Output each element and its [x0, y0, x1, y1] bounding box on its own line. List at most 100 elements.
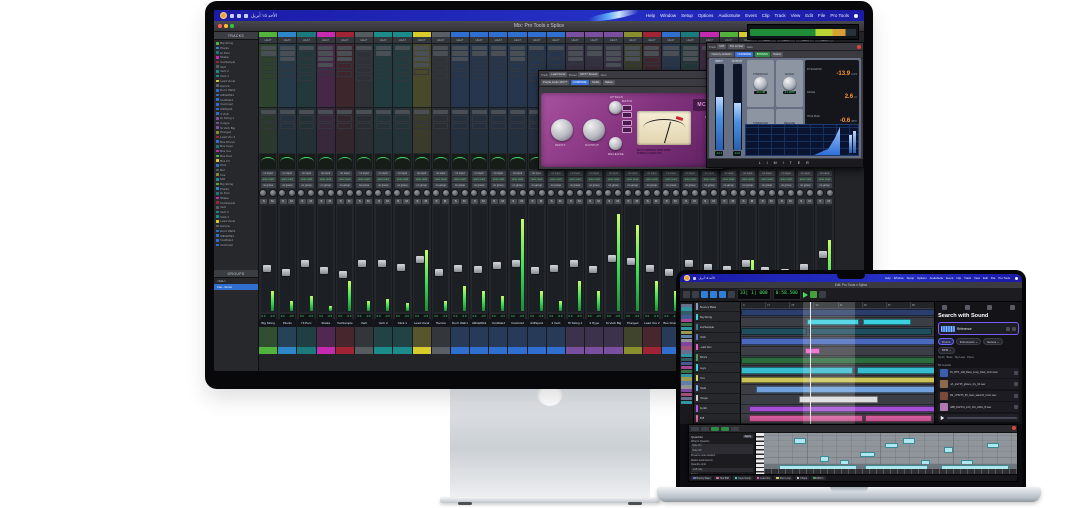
track-header[interactable]: Lead Vox — [694, 343, 740, 353]
input-selector[interactable]: no input — [298, 171, 315, 176]
fader-lane[interactable] — [644, 206, 660, 313]
insert-slot[interactable] — [452, 57, 468, 62]
track-name-label[interactable]: Plucks — [278, 319, 297, 327]
fader-cap[interactable] — [473, 265, 482, 273]
pan-knob-left[interactable] — [470, 189, 479, 197]
tag[interactable]: Top Loop — [954, 356, 965, 359]
insert-slot[interactable] — [452, 62, 468, 70]
mini-track-item[interactable] — [681, 365, 692, 370]
insert-slot[interactable] — [394, 59, 410, 66]
pan-knob-right[interactable] — [518, 189, 527, 197]
track-name-label[interactable]: Shaka — [316, 319, 335, 327]
pan-knob-right[interactable] — [422, 189, 431, 197]
pan-knob-left[interactable] — [546, 189, 555, 197]
fader-lane[interactable] — [605, 206, 622, 313]
midi-note[interactable] — [903, 438, 916, 444]
pan-knob-left[interactable] — [585, 189, 594, 197]
trim-tool-button[interactable] — [701, 291, 708, 298]
audio-clip[interactable] — [856, 367, 934, 374]
input-selector[interactable]: no input — [586, 171, 602, 176]
fader-lane[interactable] — [529, 206, 545, 313]
input-selector[interactable]: no input — [529, 171, 545, 176]
mini-track-item[interactable] — [681, 330, 692, 335]
send-slot[interactable] — [452, 109, 468, 114]
automation-mode-button[interactable]: auto read — [356, 177, 372, 182]
send-slot[interactable] — [260, 109, 276, 114]
apply-button[interactable]: Apply — [742, 435, 753, 438]
insert-slot[interactable] — [318, 68, 334, 76]
mini-track-item[interactable] — [681, 311, 692, 315]
safe-button[interactable]: SAFE — [590, 80, 602, 85]
midi-track-tab[interactable]: Sub 808 — [714, 475, 731, 481]
pan-knob-left[interactable] — [623, 189, 632, 197]
mini-track-item[interactable] — [681, 357, 692, 362]
send-slot[interactable] — [509, 123, 526, 130]
insert-slot[interactable] — [625, 51, 641, 56]
plugin-insert-selector[interactable]: Purple Audio MC77 — [541, 80, 570, 85]
pan-knob-left[interactable] — [738, 189, 747, 197]
fader-cap[interactable] — [550, 264, 559, 272]
comments-area[interactable] — [316, 327, 335, 347]
solo-button[interactable]: S — [644, 199, 652, 204]
menu-setup[interactable]: Setup — [907, 276, 914, 280]
insert-slot[interactable] — [682, 57, 698, 62]
send-slot[interactable] — [298, 109, 315, 114]
piano-roll-grid[interactable] — [764, 433, 1017, 474]
pan-knob-left[interactable] — [681, 189, 690, 197]
insert-slot[interactable] — [375, 64, 391, 72]
insert-slot[interactable] — [567, 57, 583, 62]
comments-area[interactable] — [335, 327, 354, 347]
track-name-label[interactable]: Lead Vox 2 — [642, 319, 661, 327]
groups-list[interactable]: <ALL> Inst - Items — [214, 278, 258, 290]
insert-slot[interactable] — [490, 72, 506, 80]
solo-button[interactable]: S — [279, 199, 287, 204]
comments-area[interactable] — [431, 327, 450, 347]
pan-knob-right[interactable] — [576, 189, 585, 197]
menu-audiosuite[interactable]: AudioSuite — [718, 13, 740, 18]
send-slot[interactable] — [375, 109, 391, 114]
insert-slot[interactable] — [375, 72, 391, 80]
insert-slot[interactable] — [356, 74, 372, 82]
mute-button[interactable]: M — [671, 199, 679, 204]
insert-slot[interactable] — [318, 62, 334, 68]
comments-area[interactable] — [374, 327, 393, 347]
mini-track-item[interactable] — [681, 322, 692, 327]
track-header[interactable]: Perc — [694, 373, 740, 384]
send-slot[interactable] — [337, 109, 353, 114]
input-selector[interactable]: no input — [778, 171, 794, 176]
pan-knob-right[interactable] — [633, 189, 642, 197]
menu-help[interactable]: Help — [646, 13, 655, 18]
insert-slot[interactable] — [567, 62, 583, 70]
mini-track-item[interactable] — [681, 389, 692, 393]
mute-button[interactable]: M — [806, 199, 814, 204]
mini-track-item[interactable] — [681, 315, 692, 319]
comments-area[interactable] — [297, 327, 316, 347]
input-selector[interactable]: no input — [721, 171, 737, 176]
pan-knob-left[interactable] — [604, 189, 613, 197]
insert-slot[interactable] — [414, 68, 430, 76]
solo-button[interactable]: S — [528, 199, 536, 204]
pan-knob-right[interactable] — [729, 189, 738, 197]
insert-slot[interactable] — [298, 59, 315, 66]
solo-button[interactable]: S — [452, 199, 460, 204]
fader-lane[interactable] — [394, 206, 410, 313]
quantize-option[interactable]: Note On — [691, 444, 753, 449]
input-selector[interactable]: no input — [701, 171, 717, 176]
pan-knob-left[interactable] — [393, 189, 402, 197]
insert-slot[interactable] — [529, 45, 545, 50]
solo-button[interactable]: S — [778, 199, 786, 204]
insert-slot[interactable] — [663, 57, 679, 64]
mute-button[interactable]: M — [460, 199, 468, 204]
insert-slot[interactable] — [509, 45, 526, 50]
fader-cap[interactable] — [588, 265, 597, 273]
plugin-insert-selector[interactable]: Pro Limiter — [727, 44, 746, 49]
insert-slot[interactable] — [509, 51, 526, 56]
pan-knob-left[interactable] — [297, 189, 306, 197]
play-icon[interactable] — [940, 415, 945, 421]
send-slot[interactable] — [394, 123, 410, 130]
quantize-option[interactable]: Quantize Grid — [691, 463, 753, 467]
input-selector[interactable]: no input — [260, 171, 276, 176]
mute-button[interactable]: M — [595, 199, 603, 204]
midi-track-tab[interactable]: Bouncy Bass — [691, 475, 713, 481]
insert-slot[interactable] — [414, 51, 430, 56]
